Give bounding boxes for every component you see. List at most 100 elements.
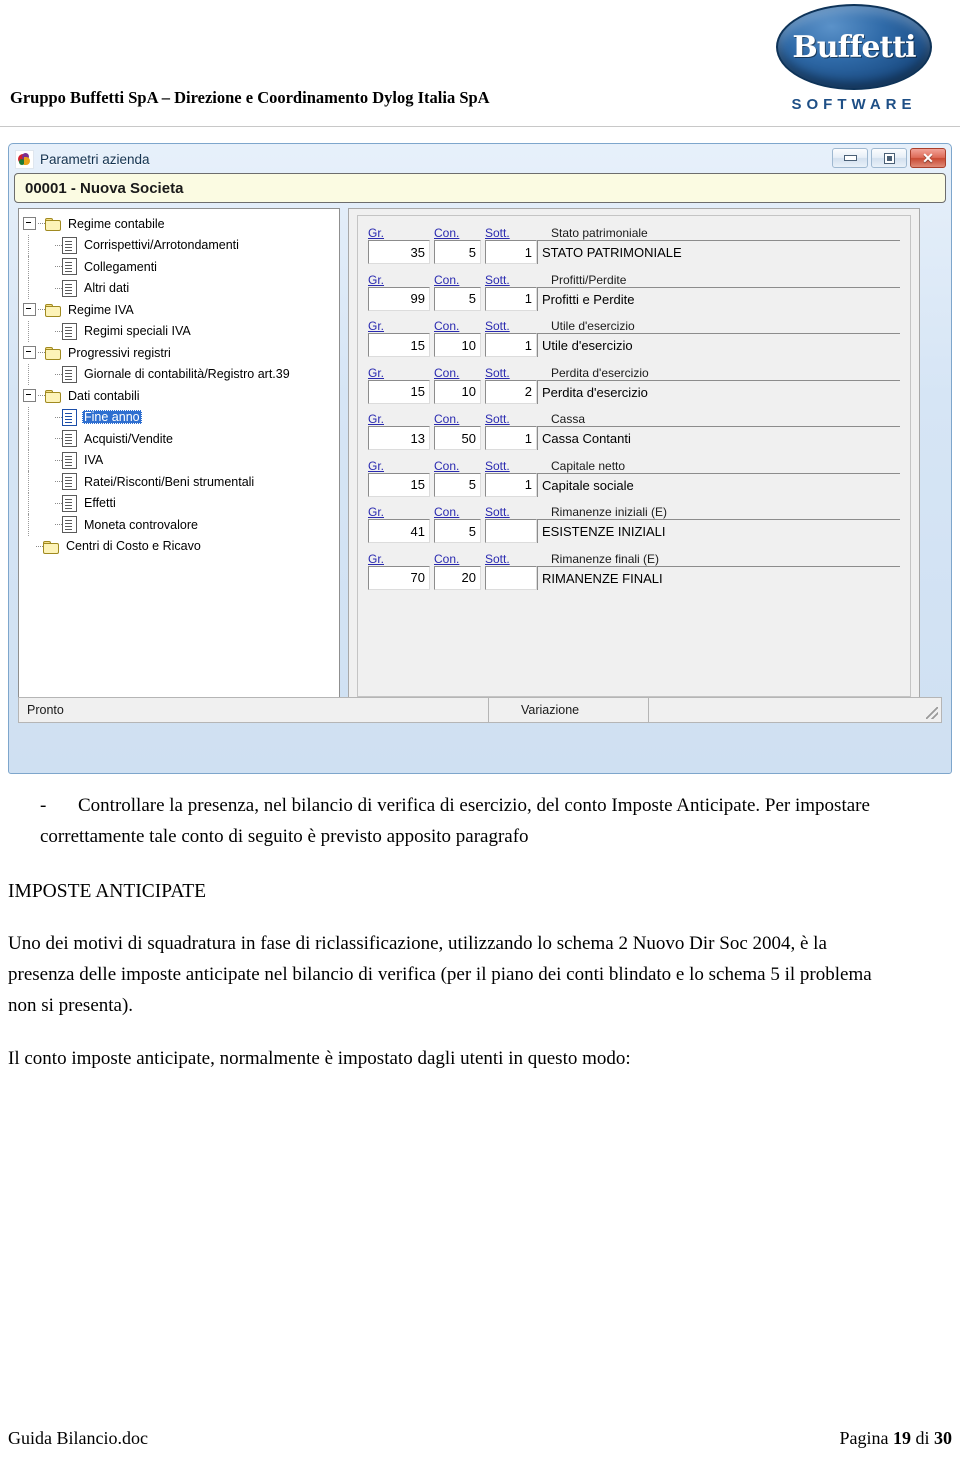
tree-item-regime-iva[interactable]: Regime IVA [23, 299, 339, 321]
sottoconto-field[interactable]: 1 [485, 472, 537, 497]
tree-item-altri-dati[interactable]: Altri dati [23, 277, 339, 299]
label-gruppo[interactable]: Gr. [368, 273, 434, 287]
tree-item-label: Giornale di contabilità/Registro art.39 [84, 367, 290, 382]
conto-field[interactable]: 10 [434, 333, 481, 357]
tree-connector-icon [55, 412, 62, 423]
tree-connector-icon [55, 455, 62, 466]
navigation-tree-panel[interactable]: Regime contabile Corrispettivi/Arrotondam… [18, 208, 340, 706]
label-sottoconto[interactable]: Sott. [485, 505, 541, 519]
tree-item-corrispettivi-arrotondamenti[interactable]: Corrispettivi/Arrotondamenti [23, 234, 339, 256]
label-conto[interactable]: Con. [434, 366, 485, 380]
label-sottoconto[interactable]: Sott. [485, 226, 541, 240]
account-row-labels: Gr. Con. Sott. Cassa [368, 408, 900, 426]
navigation-tree: Regime contabile Corrispettivi/Arrotondam… [19, 209, 339, 557]
tree-guide-line [28, 320, 30, 342]
sottoconto-field[interactable] [485, 565, 537, 590]
tree-item-ratei-risconti-beni-strumentali[interactable]: Ratei/Risconti/Beni strumentali [23, 471, 339, 493]
conto-field[interactable]: 5 [434, 240, 481, 264]
tree-connector-icon [55, 433, 62, 444]
label-gruppo[interactable]: Gr. [368, 552, 434, 566]
window-title: Parametri azienda [40, 152, 150, 167]
sottoconto-field[interactable]: 1 [485, 240, 537, 264]
label-sottoconto[interactable]: Sott. [485, 366, 541, 380]
sottoconto-field[interactable]: 1 [485, 286, 537, 311]
label-conto[interactable]: Con. [434, 459, 485, 473]
conto-field[interactable]: 10 [434, 379, 481, 404]
label-gruppo[interactable]: Gr. [368, 366, 434, 380]
conto-field[interactable]: 5 [434, 472, 481, 497]
label-conto[interactable]: Con. [434, 319, 485, 333]
company-header-bar: 00001 - Nuova Societa [14, 173, 946, 203]
minimize-icon [843, 155, 857, 161]
tree-expander-icon[interactable] [23, 217, 36, 231]
label-sottoconto[interactable]: Sott. [485, 459, 541, 473]
tree-item-effetti[interactable]: Effetti [23, 492, 339, 514]
sottoconto-field[interactable]: 1 [485, 333, 537, 357]
conto-field[interactable]: 50 [434, 426, 481, 450]
minimize-button[interactable] [832, 148, 868, 168]
conto-field[interactable]: 5 [434, 286, 481, 311]
paragraph-1: Uno dei motivi di squadratura in fase di… [8, 933, 872, 1016]
label-sottoconto[interactable]: Sott. [485, 412, 541, 426]
tree-item-regimi-speciali-iva[interactable]: Regimi speciali IVA [23, 320, 339, 342]
gruppo-field[interactable]: 70 [368, 565, 430, 590]
account-row: Gr. Con. Sott. Stato patrimoniale 35 5 1 STATO … [368, 222, 900, 264]
gruppo-field[interactable]: 41 [368, 519, 430, 543]
logo-wordmark: Buffetti [792, 29, 916, 65]
label-sottoconto[interactable]: Sott. [485, 552, 541, 566]
label-gruppo[interactable]: Gr. [368, 459, 434, 473]
tree-item-fine-anno[interactable]: Fine anno [23, 406, 339, 428]
resize-grip-icon[interactable] [926, 707, 938, 719]
tree-item-progressivi-registri[interactable]: Progressivi registri [23, 342, 339, 364]
account-row: Gr. Con. Sott. Profitti/Perdite 99 5 1 Profitti… [368, 269, 900, 311]
close-button[interactable]: ✕ [910, 148, 946, 168]
document-body: - Controllare la presenza, nel bilancio … [0, 790, 960, 1074]
tree-item-label: Regime IVA [68, 302, 134, 317]
tree-item-centri-di-costo-e-ricavo[interactable]: Centri di Costo e Ricavo [23, 536, 339, 558]
label-gruppo[interactable]: Gr. [368, 226, 434, 240]
tree-expander-icon[interactable] [23, 303, 36, 317]
label-gruppo[interactable]: Gr. [368, 505, 434, 519]
tree-expander-icon[interactable] [23, 389, 36, 403]
close-icon: ✕ [922, 150, 934, 166]
page-header: Buffetti SOFTWARE Gruppo Buffetti SpA – … [0, 0, 960, 128]
account-row-labels: Gr. Con. Sott. Rimanenze iniziali (E) [368, 501, 900, 519]
footer-page-current: 19 [892, 1428, 911, 1448]
tree-expander-icon[interactable] [23, 346, 36, 360]
sottoconto-field[interactable] [485, 519, 537, 543]
sottoconto-field[interactable]: 2 [485, 379, 537, 404]
tree-connector-icon [38, 390, 45, 401]
tree-item-giornale-di-contabilit-registro-art-39[interactable]: Giornale di contabilità/Registro art.39 [23, 363, 339, 385]
conto-field[interactable]: 5 [434, 519, 481, 543]
label-conto[interactable]: Con. [434, 552, 485, 566]
gruppo-field[interactable]: 15 [368, 333, 430, 357]
maximize-button[interactable] [871, 148, 907, 168]
sottoconto-field[interactable]: 1 [485, 426, 537, 450]
label-gruppo[interactable]: Gr. [368, 412, 434, 426]
tree-item-dati-contabili[interactable]: Dati contabili [23, 385, 339, 407]
label-conto[interactable]: Con. [434, 273, 485, 287]
tree-guide-line [28, 277, 30, 299]
window-titlebar[interactable]: Parametri azienda ✕ [12, 147, 948, 172]
label-conto[interactable]: Con. [434, 505, 485, 519]
tree-connector-icon [55, 519, 62, 530]
conto-field[interactable]: 20 [434, 565, 481, 590]
label-gruppo[interactable]: Gr. [368, 319, 434, 333]
footer-doc-name: Guida Bilancio.doc [8, 1428, 148, 1448]
gruppo-field[interactable]: 15 [368, 472, 430, 497]
label-conto[interactable]: Con. [434, 412, 485, 426]
tree-item-collegamenti[interactable]: Collegamenti [23, 256, 339, 278]
label-sottoconto[interactable]: Sott. [485, 319, 541, 333]
tree-item-regime-contabile[interactable]: Regime contabile [23, 213, 339, 235]
label-conto[interactable]: Con. [434, 226, 485, 240]
tree-item-acquisti-vendite[interactable]: Acquisti/Vendite [23, 428, 339, 450]
gruppo-field[interactable]: 13 [368, 426, 430, 450]
label-sottoconto[interactable]: Sott. [485, 273, 541, 287]
status-spacer [649, 698, 941, 722]
gruppo-field[interactable]: 99 [368, 286, 430, 311]
tree-item-moneta-controvalore[interactable]: Moneta controvalore [23, 514, 339, 536]
account-row-inputs: 15 10 2 Perdita d'esercizio [368, 379, 900, 404]
tree-item-iva[interactable]: IVA [23, 449, 339, 471]
gruppo-field[interactable]: 35 [368, 240, 430, 264]
gruppo-field[interactable]: 15 [368, 379, 430, 404]
